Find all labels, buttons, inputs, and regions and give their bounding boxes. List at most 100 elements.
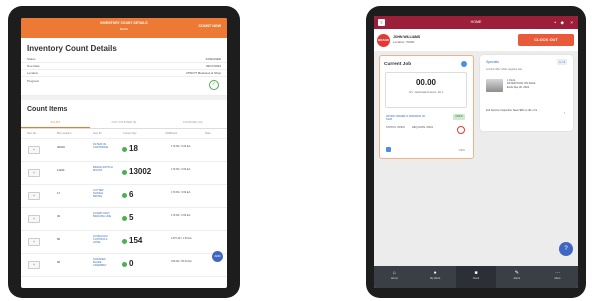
product-image (486, 79, 503, 92)
field-label: Progress (27, 79, 40, 83)
field-status: Status ASSIGNED (21, 56, 227, 63)
item-link[interactable]: HYDRAULIC CONTROLS HOSE (93, 235, 113, 245)
view-link[interactable]: VIEW (458, 149, 465, 152)
item-link[interactable]: SCRAPER BLADE ASSEMBLY (93, 258, 113, 268)
back-link[interactable]: BACK (21, 27, 227, 31)
status-dot-icon (122, 147, 127, 152)
field-value: 3750 PT Business & Shop (186, 70, 221, 75)
camera-icon[interactable] (461, 61, 467, 67)
employee-name: JOHN WILLIAMS (393, 35, 421, 39)
more-icon: ⋯ (555, 270, 561, 276)
card-title: Specials (486, 60, 499, 64)
item-link[interactable]: FILTER OIL CARTRIDGE (93, 143, 113, 149)
table-row[interactable]: + 17 CUTTER NOZZLE BRUSH 6 179.99 / 3.99… (21, 185, 227, 208)
add-count-button[interactable]: + (28, 146, 40, 154)
status-dot-icon (122, 262, 127, 267)
nav-home[interactable]: ⌂ Home (374, 266, 415, 288)
item-note: Ends Sep 30, 2024 (507, 85, 530, 89)
hours-value: 00.00 (415, 78, 437, 87)
add-count-button[interactable]: + (28, 238, 40, 246)
col-header: Bin Location (57, 132, 72, 135)
current-job-card[interactable]: Current Job 00.00 hrs - Estimated Hours:… (379, 55, 474, 159)
field-label: Due Date (27, 63, 40, 68)
home-icon: ⌂ (392, 270, 396, 276)
bin-location: 50 (57, 237, 61, 241)
item-link[interactable]: GUARD ASSY BRAKING LINE (93, 212, 113, 218)
status-dot-icon (122, 216, 127, 221)
add-count-button[interactable]: + (28, 192, 40, 200)
tab-counted[interactable]: COUNTED (12) (158, 117, 227, 128)
field-value: 09/17/2024 (205, 63, 221, 68)
item-meta: 1375.39 / 1.50 EA (171, 237, 192, 240)
add-fab-button[interactable]: ADD (212, 251, 223, 262)
maroon-header: ≡ HOME • ◆ × (374, 16, 578, 29)
item-qty: 13002 (129, 167, 152, 176)
nav-my-work[interactable]: ● My Work (415, 266, 456, 288)
tablet-right: ≡ HOME • ◆ × BRAND JOHN WILLIAMS Locatio… (366, 6, 586, 298)
hours-box: 00.00 hrs - Estimated Hours: 10.1 (385, 72, 467, 108)
clock-icon: ■ (474, 270, 478, 276)
field-label: Location (27, 70, 39, 75)
header-title: INVENTORY COUNT DETAILS (100, 21, 148, 25)
nav-alerts[interactable]: ✎ Alerts (496, 266, 537, 288)
field-label: Status (27, 56, 36, 61)
table-header: Item No. Bin Location Item ID Current Qt… (21, 129, 227, 139)
bottom-nav: ⌂ Home ● My Work ■ Clock ✎ Alerts ⋯ More (374, 266, 578, 288)
table-row[interactable]: + 30100 FILTER OIL CARTRIDGE 18 179.99 /… (21, 139, 227, 162)
bin-location: 60 (57, 260, 61, 264)
tablet-left: INVENTORY COUNT DETAILS BACK COUNT NOW I… (8, 6, 240, 298)
item-meta: 179.99 / 3.99 EA (171, 145, 191, 148)
section-title: Count Items (27, 106, 68, 113)
job-status: STATUS: OPEN (386, 126, 405, 129)
status-badge: OPEN (453, 114, 465, 120)
tab-not-counted[interactable]: NOT COUNTED (6) (90, 117, 159, 128)
table-row[interactable]: + 32 GUARD ASSY BRAKING LINE 5 179.99 / … (21, 208, 227, 231)
help-fab-button[interactable]: ? (559, 242, 573, 256)
work-order-link[interactable]: WORK ORDER # 26000040 JD 6120 (386, 114, 426, 122)
item-link[interactable]: BRAKE SWITCH MOUNT (93, 166, 113, 172)
hours-label: hrs - Estimated Hours: 10.1 (408, 90, 444, 94)
field-location: Location 3750 PT Business & Shop (21, 70, 227, 77)
table-row[interactable]: + 11100 BRAKE SWITCH MOUNT 13002 179.99 … (21, 162, 227, 185)
count-now-button[interactable]: COUNT NOW (198, 24, 221, 28)
nav-more[interactable]: ⋯ More (537, 266, 578, 288)
table-row[interactable]: + 60 SCRAPER BLADE ASSEMBLY 0 189.99 / 3… (21, 254, 227, 277)
status-dot-icon (122, 239, 127, 244)
close-icon[interactable]: × (570, 20, 573, 25)
special-item: 1 DEAL FILTER PACK ON SALE Ends Sep 30, … (507, 79, 535, 89)
company-logo: BRAND (377, 34, 390, 47)
employee-bar: BRAND JOHN WILLIAMS Location: 70000 CLOC… (374, 29, 578, 51)
inventory-screen: INVENTORY COUNT DETAILS BACK COUNT NOW I… (21, 18, 227, 288)
notification-icon[interactable]: ◆ (561, 20, 564, 25)
bell-icon[interactable]: • (554, 20, 556, 25)
chevron-right-icon[interactable]: › (564, 110, 565, 115)
table-row[interactable]: + 50 HYDRAULIC CONTROLS HOSE 154 1375.39… (21, 231, 227, 254)
nav-clock[interactable]: ■ Clock (455, 266, 497, 288)
stop-icon[interactable] (457, 126, 465, 134)
add-count-button[interactable]: + (28, 261, 40, 269)
item-meta: 179.99 / 3.99 EA (171, 168, 191, 171)
col-header: Note (205, 132, 211, 135)
bin-location: 32 (57, 214, 61, 218)
card-title: Current Job (384, 62, 412, 67)
bin-location: 11100 (57, 168, 65, 172)
alert-icon: ✎ (514, 270, 519, 276)
work-icon: ● (433, 270, 437, 276)
orange-header: INVENTORY COUNT DETAILS BACK COUNT NOW (21, 18, 227, 38)
add-count-button[interactable]: + (28, 169, 40, 177)
add-count-button[interactable]: + (28, 215, 40, 223)
col-header: UOM/Cost (165, 132, 178, 135)
clock-out-button[interactable]: CLOCK OUT (518, 34, 574, 46)
pager-badge[interactable]: 1 / 4 (557, 59, 567, 65)
tab-in-list[interactable]: IN LIST (21, 117, 90, 128)
employee-location: Location: 70000 (393, 40, 415, 44)
specials-card[interactable]: Specials 1 / 4 Limited offer while suppl… (480, 55, 573, 131)
info-icon[interactable] (386, 147, 391, 152)
item-link[interactable]: CUTTER NOZZLE BRUSH (93, 189, 113, 199)
field-progress: Progress ✓ (21, 77, 227, 96)
special-text: Full Service Inspection Save $50 on 4K+ … (486, 109, 538, 112)
col-header: Item ID (93, 132, 102, 135)
item-meta: 189.99 / 35.00 EA (171, 260, 192, 263)
progress-check-icon: ✓ (209, 80, 219, 90)
field-due-date: Due Date 09/17/2024 (21, 63, 227, 70)
